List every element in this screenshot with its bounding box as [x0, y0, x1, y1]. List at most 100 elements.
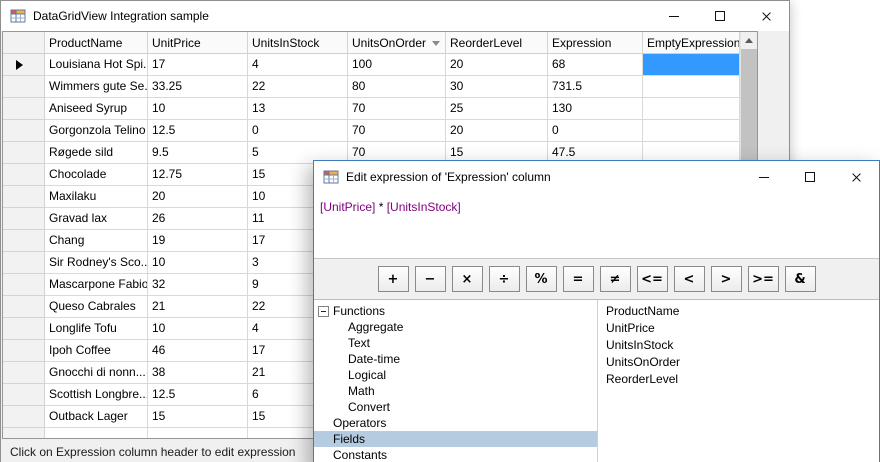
row-header[interactable] — [3, 230, 45, 252]
dialog-maximize-button[interactable] — [787, 161, 833, 193]
row-header[interactable] — [3, 296, 45, 318]
collapse-icon[interactable] — [318, 305, 329, 317]
grid-cell[interactable]: 70 — [348, 120, 446, 142]
grid-cell[interactable] — [643, 98, 740, 120]
grid-cell[interactable]: Wimmers gute Se... — [45, 76, 148, 98]
operator-button[interactable]: ÷ — [488, 266, 520, 292]
grid-cell[interactable]: Mascarpone Fabioli — [45, 274, 148, 296]
grid-cell[interactable]: 12.5 — [148, 120, 248, 142]
grid-cell[interactable]: Maxilaku — [45, 186, 148, 208]
grid-cell[interactable]: 80 — [348, 76, 446, 98]
grid-cell[interactable]: 70 — [348, 98, 446, 120]
grid-cell[interactable]: Louisiana Hot Spi... — [45, 54, 148, 76]
row-header[interactable] — [3, 98, 45, 120]
grid-cell[interactable]: Aniseed Syrup — [45, 98, 148, 120]
grid-cell[interactable]: 10 — [148, 252, 248, 274]
grid-cell[interactable]: Gravad lax — [45, 208, 148, 230]
column-header-unitprice[interactable]: UnitPrice — [148, 32, 248, 54]
dialog-close-button[interactable] — [833, 161, 879, 193]
grid-cell[interactable]: Chang — [45, 230, 148, 252]
grid-cell[interactable]: 20 — [446, 54, 548, 76]
grid-cell[interactable]: 12.75 — [148, 164, 248, 186]
field-list-item-unitsinstock[interactable]: UnitsInStock — [598, 337, 879, 354]
tree-item-logical[interactable]: Logical — [314, 367, 597, 383]
operator-button[interactable]: + — [377, 266, 409, 292]
operator-button[interactable]: & — [784, 266, 816, 292]
grid-cell[interactable]: 46 — [148, 340, 248, 362]
field-list-item-unitsonorder[interactable]: UnitsOnOrder — [598, 354, 879, 371]
dialog-titlebar[interactable]: Edit expression of 'Expression' column — [314, 161, 879, 193]
grid-cell[interactable]: 10 — [148, 318, 248, 340]
grid-cell[interactable]: 0 — [248, 120, 348, 142]
grid-cell[interactable]: 731.5 — [548, 76, 643, 98]
grid-cell[interactable]: 20 — [446, 120, 548, 142]
grid-cell[interactable]: 13 — [248, 98, 348, 120]
operator-button[interactable]: × — [451, 266, 483, 292]
grid-cell[interactable]: Outback Lager — [45, 406, 148, 428]
grid-cell[interactable]: 22 — [248, 76, 348, 98]
grid-cell[interactable] — [643, 76, 740, 98]
operator-button[interactable]: <= — [636, 266, 668, 292]
row-header[interactable] — [3, 186, 45, 208]
row-header[interactable] — [3, 252, 45, 274]
tree-item-date-time[interactable]: Date-time — [314, 351, 597, 367]
grid-cell[interactable]: 26 — [148, 208, 248, 230]
grid-cell[interactable]: 10 — [148, 98, 248, 120]
grid-cell[interactable]: 12.5 — [148, 384, 248, 406]
grid-cell[interactable]: Ipoh Coffee — [45, 340, 148, 362]
grid-cell[interactable]: Sir Rodney's Sco... — [45, 252, 148, 274]
grid-cell[interactable]: Longlife Tofu — [45, 318, 148, 340]
grid-cell[interactable] — [643, 54, 740, 76]
tree-item-aggregate[interactable]: Aggregate — [314, 319, 597, 335]
column-header-unitsinstock[interactable]: UnitsInStock — [248, 32, 348, 54]
row-header[interactable] — [3, 384, 45, 406]
grid-cell[interactable]: Gnocchi di nonn... — [45, 362, 148, 384]
tree-item-functions[interactable]: Functions — [314, 303, 597, 319]
grid-cell[interactable] — [643, 120, 740, 142]
column-header-emptyexpression[interactable]: EmptyExpression — [643, 32, 740, 54]
grid-cell[interactable]: 68 — [548, 54, 643, 76]
main-titlebar[interactable]: DataGridView Integration sample — [1, 1, 789, 31]
grid-cell[interactable]: 9.5 — [148, 142, 248, 164]
grid-cell[interactable]: 33.25 — [148, 76, 248, 98]
operator-button[interactable]: >= — [747, 266, 779, 292]
tree-item-operators[interactable]: Operators — [314, 415, 597, 431]
row-header[interactable] — [3, 318, 45, 340]
field-list-item-reorderlevel[interactable]: ReorderLevel — [598, 371, 879, 388]
grid-cell[interactable]: 38 — [148, 362, 248, 384]
scroll-up-button[interactable] — [741, 32, 757, 49]
operator-button[interactable]: = — [562, 266, 594, 292]
grid-cell[interactable]: 25 — [446, 98, 548, 120]
grid-cell[interactable]: 130 — [548, 98, 643, 120]
maximize-button[interactable] — [697, 1, 743, 31]
field-list-item-unitprice[interactable]: UnitPrice — [598, 320, 879, 337]
grid-cell[interactable]: 20 — [148, 186, 248, 208]
row-header[interactable] — [3, 164, 45, 186]
operator-button[interactable]: < — [673, 266, 705, 292]
column-header-expression[interactable]: Expression — [548, 32, 643, 54]
grid-cell[interactable]: Queso Cabrales — [45, 296, 148, 318]
minimize-button[interactable] — [651, 1, 697, 31]
grid-cell[interactable]: 32 — [148, 274, 248, 296]
close-button[interactable] — [743, 1, 789, 31]
grid-cell[interactable]: 0 — [548, 120, 643, 142]
operator-button[interactable]: − — [414, 266, 446, 292]
grid-cell[interactable]: Scottish Longbre... — [45, 384, 148, 406]
tree-item-fields[interactable]: Fields — [314, 431, 597, 447]
column-header-unitsonorder[interactable]: UnitsOnOrder — [348, 32, 446, 54]
row-header[interactable] — [3, 208, 45, 230]
expression-input[interactable]: [UnitPrice] * [UnitsInStock] — [314, 193, 879, 259]
row-header[interactable] — [3, 362, 45, 384]
tree-item-math[interactable]: Math — [314, 383, 597, 399]
grid-cell[interactable]: 15 — [148, 406, 248, 428]
tree-item-constants[interactable]: Constants — [314, 447, 597, 462]
column-header-reorderlevel[interactable]: ReorderLevel — [446, 32, 548, 54]
row-header[interactable] — [3, 274, 45, 296]
row-header[interactable] — [3, 76, 45, 98]
grid-cell[interactable]: 30 — [446, 76, 548, 98]
tree-item-text[interactable]: Text — [314, 335, 597, 351]
grid-cell[interactable]: 19 — [148, 230, 248, 252]
row-header[interactable] — [3, 120, 45, 142]
operator-button[interactable]: ≠ — [599, 266, 631, 292]
grid-cell[interactable]: Chocolade — [45, 164, 148, 186]
